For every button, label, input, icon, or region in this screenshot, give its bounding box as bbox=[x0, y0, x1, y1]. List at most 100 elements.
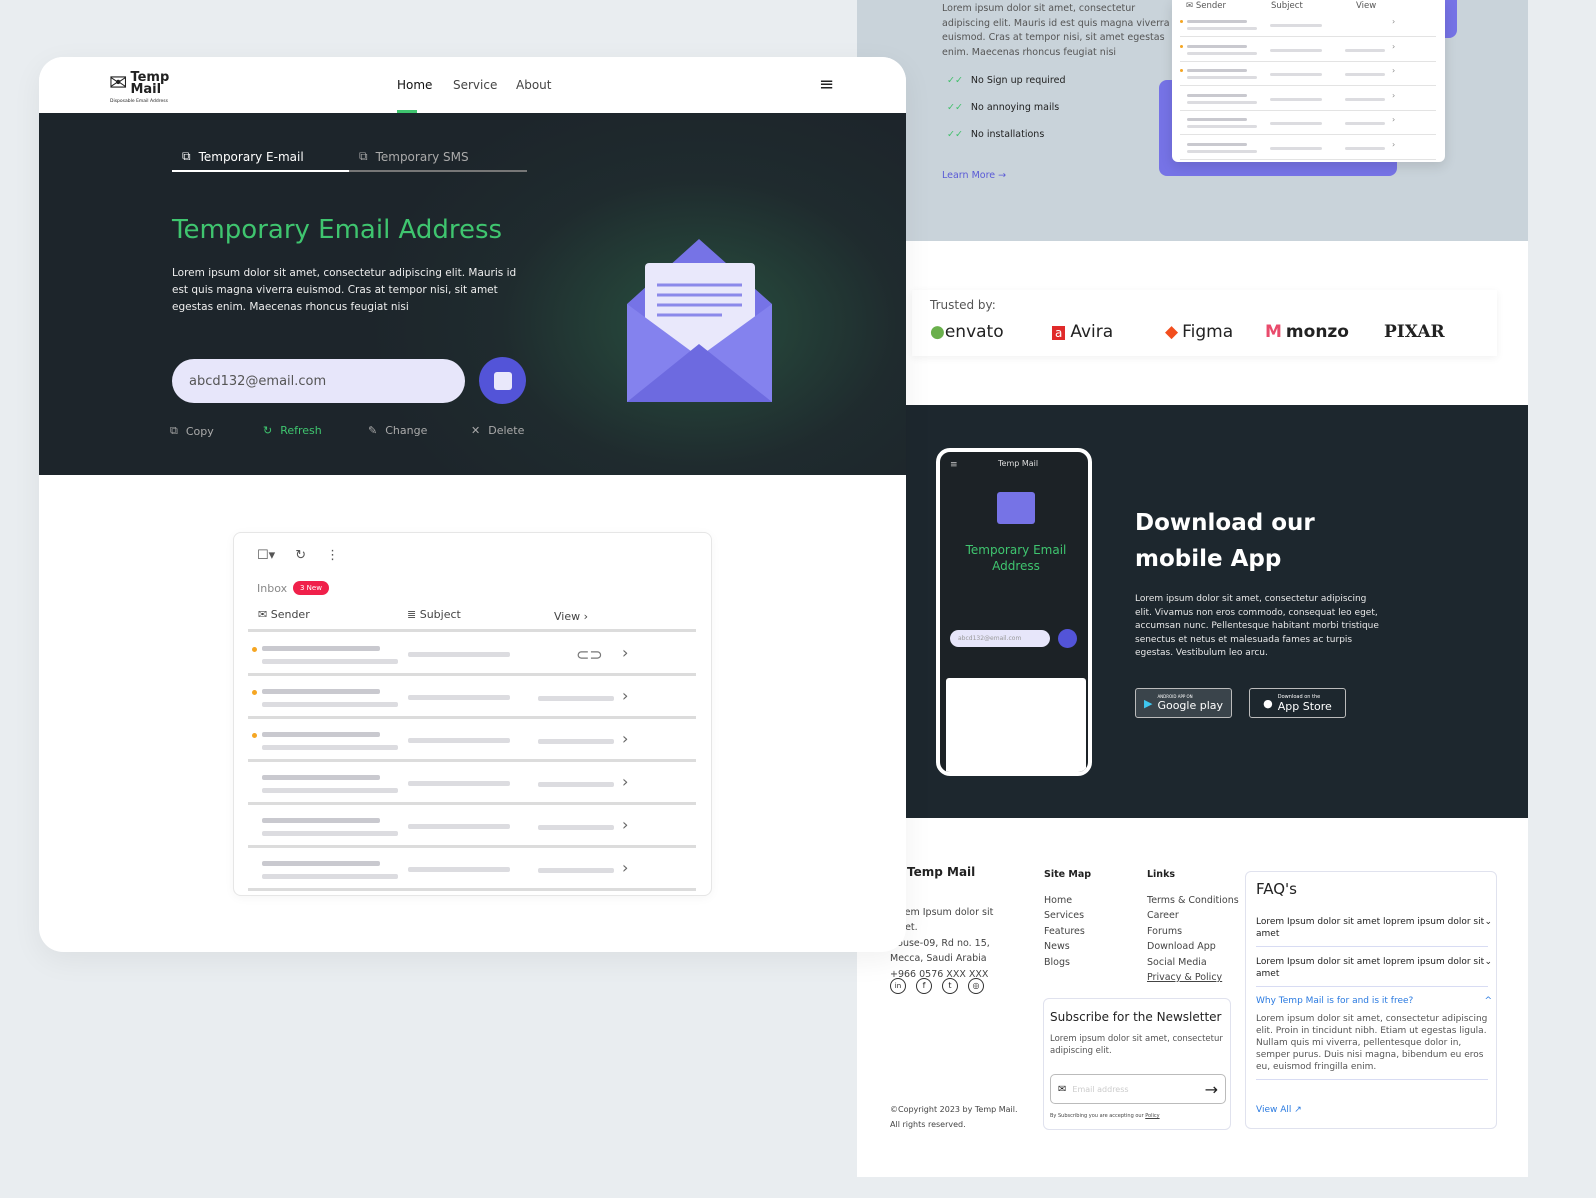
footer-link[interactable]: Social Media bbox=[1147, 955, 1239, 970]
copy-icon bbox=[493, 371, 512, 390]
inbox-row[interactable]: › bbox=[248, 805, 696, 848]
mini-inbox-row: › bbox=[1180, 62, 1436, 86]
chevron-right-icon[interactable]: › bbox=[622, 643, 628, 662]
faq-item[interactable]: Lorem Ipsum dolor sit amet loprem ipsum … bbox=[1256, 916, 1492, 947]
mini-column-sender: Sender bbox=[1195, 1, 1226, 11]
check-icon: ✓✓ bbox=[947, 129, 963, 140]
mini-inbox-row: › bbox=[1180, 87, 1436, 111]
footer-link[interactable]: Forums bbox=[1147, 924, 1239, 939]
logo[interactable]: ✉ Temp Mail bbox=[109, 71, 170, 97]
footer-link[interactable]: Home bbox=[1044, 893, 1085, 908]
more-icon[interactable]: ⋮ bbox=[326, 548, 339, 563]
footer-link[interactable]: Privacy & Policy bbox=[1147, 970, 1239, 985]
copy-email-button[interactable] bbox=[479, 357, 526, 404]
newsletter-email-input[interactable]: ✉ Email address → bbox=[1050, 1074, 1226, 1104]
chevron-right-icon[interactable]: › bbox=[622, 686, 628, 705]
figma-logo: ◆ Figma bbox=[1165, 322, 1234, 342]
refresh-button[interactable]: ↻ Refresh bbox=[263, 424, 322, 437]
faq-box: FAQ's Lorem Ipsum dolor sit amet loprem … bbox=[1245, 871, 1497, 1129]
nav-service[interactable]: Service bbox=[453, 78, 497, 92]
feature-item: ✓✓ No Sign up required bbox=[947, 75, 1066, 86]
unread-dot bbox=[252, 647, 257, 652]
policy-link[interactable]: Policy bbox=[1145, 1113, 1159, 1119]
mini-inbox-row: › bbox=[1180, 13, 1436, 37]
footer-link[interactable]: News bbox=[1044, 939, 1085, 954]
footer-link[interactable]: Download App bbox=[1147, 939, 1239, 954]
chevron-up-icon: ^ bbox=[1484, 996, 1492, 1006]
chevron-right-icon[interactable]: › bbox=[622, 772, 628, 791]
feature-item: ✓✓ No installations bbox=[947, 129, 1045, 140]
inbox-row[interactable]: ⊂⊃ › bbox=[248, 633, 696, 676]
trusted-by-bar: Trusted by: ●envato a Avira ◆ Figma Mmonzo… bbox=[912, 290, 1497, 356]
footer-link[interactable]: Services bbox=[1044, 908, 1085, 923]
edit-icon: ✎ bbox=[368, 424, 378, 437]
footer-logo: Temp Mail bbox=[907, 865, 976, 879]
chevron-down-icon: ⌄ bbox=[1484, 917, 1492, 927]
hamburger-icon[interactable]: ≡ bbox=[819, 74, 834, 95]
view-all-link[interactable]: View All ↗ bbox=[1256, 1105, 1302, 1115]
features-section: Lorem ipsum dolor sit amet, consectetur … bbox=[857, 0, 1528, 241]
tab-temporary-sms[interactable]: ⧉ Temporary SMS bbox=[359, 149, 469, 164]
phone-email-field: abcd132@email.com bbox=[950, 630, 1050, 647]
inbox-row[interactable]: › bbox=[248, 848, 696, 891]
footer-link[interactable]: Features bbox=[1044, 924, 1085, 939]
top-nav: ✉ Temp Mail Disposable Email Address Home… bbox=[39, 57, 906, 113]
app-store-button[interactable]: ● Download on the App Store bbox=[1249, 688, 1346, 718]
chevron-right-icon[interactable]: › bbox=[622, 729, 628, 748]
copy-icon: ⧉ bbox=[359, 149, 368, 163]
inbox-row[interactable]: › bbox=[248, 762, 696, 805]
copy-icon: ⧉ bbox=[170, 424, 178, 437]
footer-link[interactable]: Blogs bbox=[1044, 955, 1085, 970]
learn-more-link[interactable]: Learn More → bbox=[942, 170, 1006, 181]
nav-home[interactable]: Home bbox=[397, 78, 432, 92]
faq-item-expanded[interactable]: Why Temp Mail is for and is it free? ^ Lor… bbox=[1256, 995, 1492, 1080]
footer: Temp Mail Lorem Ipsum dolor sit amet.Hou… bbox=[857, 818, 1528, 1177]
change-button[interactable]: ✎ Change bbox=[368, 424, 427, 437]
facebook-icon[interactable]: f bbox=[916, 978, 932, 994]
nav-about[interactable]: About bbox=[516, 78, 551, 92]
footer-link[interactable]: Career bbox=[1147, 908, 1239, 923]
delete-button[interactable]: ✕ Delete bbox=[471, 424, 524, 437]
logo: Temp Mail bbox=[998, 459, 1039, 468]
inbox-row[interactable]: › bbox=[248, 676, 696, 719]
linkedin-icon[interactable]: in bbox=[890, 978, 906, 994]
avira-logo: a Avira bbox=[1052, 322, 1113, 342]
twitter-icon[interactable]: t bbox=[942, 978, 958, 994]
close-icon: ✕ bbox=[471, 424, 481, 437]
envelope-illustration bbox=[997, 492, 1035, 524]
features-text: Lorem ipsum dolor sit amet, consectetur … bbox=[942, 3, 1170, 58]
check-icon: ✓✓ bbox=[947, 102, 963, 113]
google-play-button[interactable]: ▶ ANDROID APP ON Google play bbox=[1135, 688, 1232, 718]
hamburger-icon: ≡ bbox=[950, 460, 958, 470]
refresh-icon[interactable]: ↻ bbox=[295, 548, 306, 563]
envelope-icon: ✉ bbox=[109, 71, 128, 96]
instagram-icon[interactable]: ◎ bbox=[968, 978, 984, 994]
mini-inbox-header: ✉ Sender Subject View bbox=[1186, 1, 1436, 12]
mail-icon: ✉ bbox=[1186, 1, 1194, 11]
chevron-right-icon[interactable]: › bbox=[622, 858, 628, 877]
check-icon: ✓✓ bbox=[947, 75, 963, 86]
footer-link[interactable]: Terms & Conditions bbox=[1147, 893, 1239, 908]
tab-temporary-email[interactable]: ⧉ Temporary E-mail bbox=[182, 149, 304, 164]
apple-icon: ● bbox=[1263, 696, 1273, 710]
chevron-down-icon: ⌄ bbox=[1484, 957, 1492, 967]
mini-inbox-row: › bbox=[1180, 136, 1436, 160]
copy-icon: ⧉ bbox=[182, 149, 191, 163]
inbox-panel: ☐▾ ↻ ⋮ Inbox 3 New ✉ Sender ≣ Subject View… bbox=[233, 532, 712, 896]
phone-mockup: ≡ Temp Mail Temporary Email Address abcd… bbox=[936, 448, 1092, 776]
chevron-right-icon[interactable]: › bbox=[622, 815, 628, 834]
view-link[interactable]: View › bbox=[554, 610, 588, 623]
landing-page-preview: Lorem ipsum dolor sit amet, consectetur … bbox=[857, 0, 1528, 1177]
mobile-app-section: ≡ Temp Mail Temporary Email Address abcd… bbox=[906, 405, 1528, 818]
copy-button[interactable]: ⧉ Copy bbox=[170, 424, 214, 438]
email-address-field[interactable] bbox=[172, 359, 465, 403]
faq-item[interactable]: Lorem Ipsum dolor sit amet loprem ipsum … bbox=[1256, 956, 1492, 987]
inbox-row[interactable]: › bbox=[248, 719, 696, 762]
unread-dot bbox=[252, 690, 257, 695]
arrow-right-icon[interactable]: → bbox=[1205, 1080, 1218, 1099]
select-all-checkbox[interactable]: ☐▾ bbox=[257, 548, 275, 563]
pixar-logo: PIXAR bbox=[1384, 322, 1445, 342]
subject-icon: ≣ bbox=[407, 608, 417, 621]
attachment-icon: ⊂⊃ bbox=[576, 645, 603, 664]
mini-column-subject: Subject bbox=[1271, 1, 1303, 11]
